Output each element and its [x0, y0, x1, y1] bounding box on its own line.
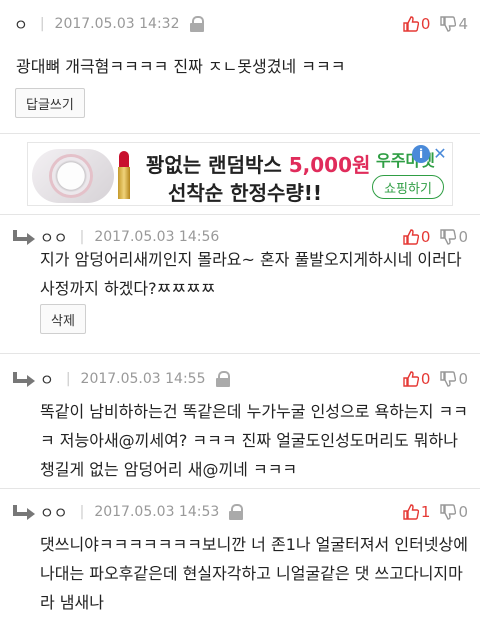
delete-button[interactable]: 삭제	[40, 304, 86, 334]
comment-author[interactable]: ㅇ	[40, 369, 54, 390]
downvote-count: 0	[458, 503, 468, 521]
ad-banner[interactable]: 꽝없는 랜덤박스 5,000원 선착순 한정수량!! 우주마켓 쇼핑하기 i ✕	[27, 142, 453, 206]
thumbs-up-icon	[403, 16, 419, 32]
thumbs-down-icon	[440, 229, 457, 245]
comment-author[interactable]: ㅇㅇ	[40, 502, 68, 523]
upvote-count: 0	[420, 228, 431, 246]
ad-close-icon[interactable]: ✕	[432, 145, 448, 163]
downvote-button[interactable]: 0	[440, 370, 468, 388]
ad-watch-image	[32, 149, 114, 203]
comment-date: 2017.05.03 14:56	[94, 229, 220, 245]
thumbs-up-icon	[403, 229, 419, 245]
thumbs-down-icon	[440, 504, 457, 520]
downvote-button[interactable]: 4	[440, 15, 468, 33]
downvote-button[interactable]: 0	[440, 228, 468, 246]
vote-group: 1 0	[403, 501, 468, 523]
comment-text: 광대뼈 개극혐ㅋㅋㅋㅋ 진짜 ㅈㄴ못생겼네 ㅋㅋㅋ	[16, 57, 346, 76]
lock-icon	[229, 504, 244, 520]
ad-lipstick-image	[118, 151, 130, 199]
comment-meta: ㅇㅇ | 2017.05.03 14:53	[40, 501, 244, 523]
vote-group: 0 4	[403, 13, 468, 35]
downvote-count: 4	[458, 15, 468, 33]
upvote-button[interactable]: 0	[403, 228, 431, 246]
upvote-count: 0	[420, 15, 431, 33]
upvote-count: 0	[420, 370, 431, 388]
reply-button[interactable]: 답글쓰기	[15, 88, 85, 118]
upvote-button[interactable]: 1	[403, 503, 431, 521]
divider	[0, 353, 480, 354]
comment-text: 댓쓰니야ㅋㅋㅋㅋㅋㅋㅋ보니깐 너 존1나 얼굴터져서 인터넷상에 나대는 파오후…	[40, 535, 468, 612]
ad-headline: 꽝없는 랜덤박스 5,000원	[146, 149, 370, 178]
meta-separator: |	[79, 229, 85, 245]
downvote-count: 0	[458, 370, 468, 388]
downvote-count: 0	[458, 228, 468, 246]
vote-group: 0 0	[403, 368, 468, 390]
upvote-button[interactable]: 0	[403, 370, 431, 388]
meta-separator: |	[79, 504, 85, 520]
upvote-count: 1	[420, 503, 431, 521]
thumbs-up-icon	[403, 504, 419, 520]
divider	[0, 488, 480, 489]
meta-separator: |	[39, 16, 45, 32]
ad-subheadline: 선착순 한정수량!!	[168, 181, 323, 205]
comment-text: 지가 암덩어리새끼인지 몰라요~ 혼자 풀발오지게하시네 이러다 사정까지 하겠…	[40, 250, 462, 298]
comment-date: 2017.05.03 14:32	[54, 16, 180, 32]
comment-author[interactable]: ㅇ	[14, 14, 28, 35]
meta-separator: |	[65, 371, 71, 387]
lock-icon	[215, 371, 230, 387]
thumbs-down-icon	[440, 371, 457, 387]
comment-text: 똑같이 남비하하는건 똑같은데 누가누굴 인성으로 욕하는지 ㅋㅋㅋ 저능아새@…	[40, 402, 468, 479]
lock-icon	[189, 16, 204, 32]
reply-arrow-icon	[13, 372, 35, 387]
ad-shop-button[interactable]: 쇼핑하기	[372, 175, 444, 199]
ad-headline-text: 꽝없는 랜덤박스	[146, 153, 289, 177]
downvote-button[interactable]: 0	[440, 503, 468, 521]
divider	[0, 133, 480, 134]
comment-date: 2017.05.03 14:55	[80, 371, 206, 387]
comment-meta: ㅇ | 2017.05.03 14:32	[14, 13, 204, 35]
upvote-button[interactable]: 0	[403, 15, 431, 33]
divider	[0, 214, 480, 215]
comment-meta: ㅇ | 2017.05.03 14:55	[40, 368, 230, 390]
thumbs-up-icon	[403, 371, 419, 387]
comment-date: 2017.05.03 14:53	[94, 504, 220, 520]
thumbs-down-icon	[440, 16, 457, 32]
reply-arrow-icon	[13, 230, 35, 245]
ad-info-icon[interactable]: i	[412, 145, 430, 163]
ad-headline-price: 5,000원	[288, 153, 371, 177]
reply-arrow-icon	[13, 505, 35, 520]
